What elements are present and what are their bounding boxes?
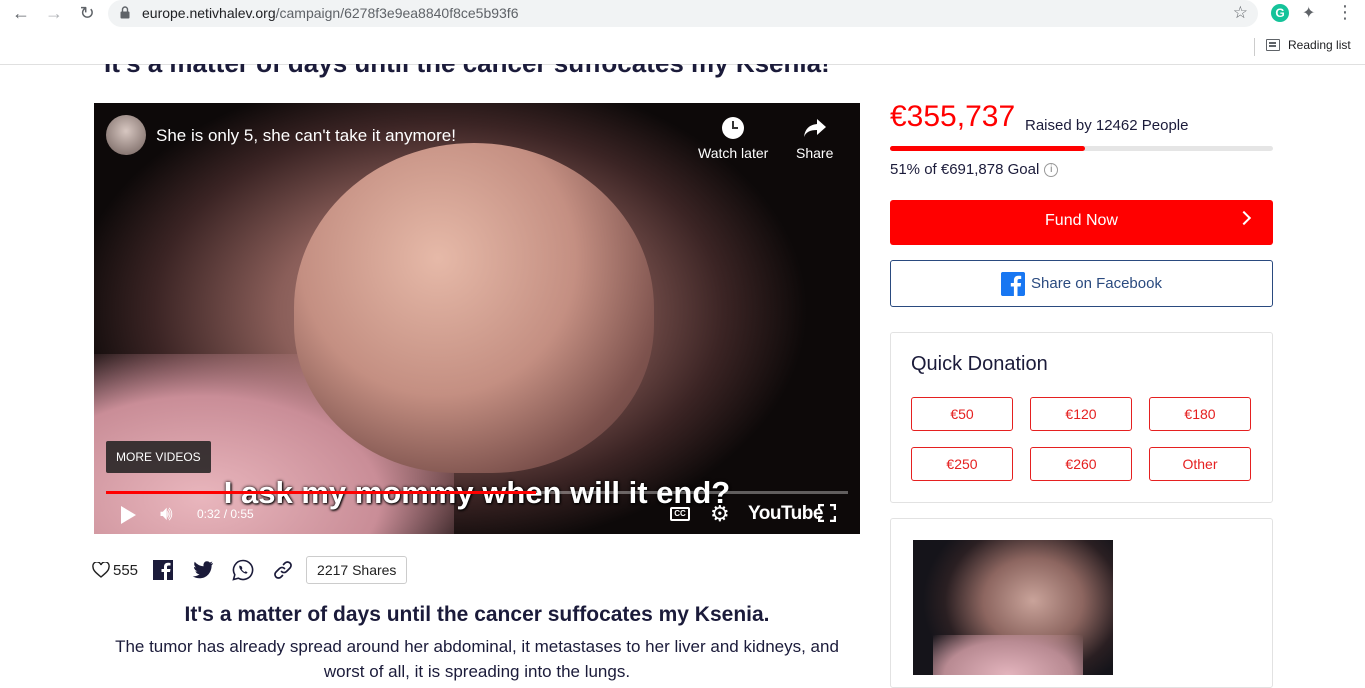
goal-progress-bar (890, 146, 1273, 151)
clock-icon (722, 117, 745, 139)
social-bar: 555 2217 Shares (92, 556, 408, 584)
shares-count-badge: 2217 Shares (306, 556, 408, 584)
watch-later-label: Watch later (698, 145, 769, 161)
raised-by-people: Raised by 12462 People (1025, 117, 1189, 134)
video-progress-fill (106, 491, 537, 494)
video-title[interactable]: She is only 5, she can't take it anymore… (156, 126, 456, 146)
reading-list-label: Reading list (1288, 38, 1351, 52)
goal-progress-fill (890, 146, 1086, 151)
info-icon[interactable]: i (1044, 162, 1059, 177)
twitter-share-icon[interactable] (192, 559, 214, 581)
share-video-button[interactable]: Share (796, 115, 833, 161)
more-videos-button[interactable]: MORE VIDEOS (106, 441, 211, 473)
youtube-logo[interactable]: YouTube (748, 503, 823, 525)
back-arrow-icon[interactable]: ← (10, 2, 32, 24)
reading-list-button[interactable]: Reading list (1266, 38, 1351, 52)
fund-now-label: Fund Now (1045, 212, 1118, 229)
donation-option-120[interactable]: €120 (1030, 397, 1132, 431)
story-text: The tumor has already spread around her … (115, 637, 839, 681)
goal-text: 51% of €691,878 Goal (890, 161, 1040, 178)
photo-clothing (933, 635, 1083, 675)
forward-arrow-icon[interactable]: → (43, 2, 65, 24)
url-path: /campaign/6278f3e9ea8840f8ce5b93f6 (275, 5, 519, 21)
facebook-share-icon[interactable] (152, 559, 174, 581)
quick-donation-title: Quick Donation (911, 353, 1048, 375)
like-count: 555 (113, 561, 139, 579)
video-time: 0:32 / 0:55 (197, 507, 254, 521)
channel-avatar[interactable] (106, 115, 146, 155)
fullscreen-icon[interactable] (818, 504, 836, 522)
settings-gear-icon[interactable]: ⚙ (710, 501, 730, 527)
video-progress-bar[interactable] (106, 491, 848, 494)
reload-icon[interactable]: ↻ (76, 2, 98, 24)
menu-kebab-icon[interactable]: ⋮ (1336, 2, 1354, 23)
donation-option-250[interactable]: €250 (911, 447, 1013, 481)
url-host: europe.netivhalev.org (142, 5, 276, 21)
fund-now-button[interactable]: Fund Now (890, 200, 1273, 245)
like-button[interactable]: 555 (92, 562, 138, 579)
goal-status: 51% of €691,878 Goal i (890, 161, 1059, 178)
captions-icon[interactable]: CC (670, 507, 690, 521)
facebook-icon (1001, 271, 1026, 296)
bookmark-star-icon[interactable]: ☆ (1233, 3, 1248, 23)
share-on-facebook-label: Share on Facebook (1031, 275, 1162, 292)
donation-option-other[interactable]: Other (1149, 447, 1251, 481)
extensions-puzzle-icon[interactable]: ✦ (1302, 3, 1315, 23)
campaign-photo (913, 540, 1113, 675)
grammarly-extension-icon[interactable]: G (1271, 4, 1289, 22)
whatsapp-share-icon[interactable] (232, 559, 254, 581)
address-bar[interactable]: europe.netivhalev.org/campaign/6278f3e9e… (108, 0, 1258, 27)
watch-later-button[interactable]: Watch later (698, 115, 768, 161)
share-label: Share (796, 145, 834, 161)
play-icon[interactable] (121, 506, 136, 524)
donation-option-260[interactable]: €260 (1030, 447, 1132, 481)
heart-icon (92, 562, 110, 578)
url-text: europe.netivhalev.org/campaign/6278f3e9e… (142, 5, 518, 21)
donation-option-50[interactable]: €50 (911, 397, 1013, 431)
raised-amount: €355,737 (890, 100, 1016, 133)
lock-icon (120, 6, 130, 19)
quick-donation-card: Quick Donation €50 €120 €180 €250 €260 O… (890, 332, 1273, 503)
chevron-right-icon (1236, 210, 1252, 226)
video-frame-child (294, 143, 654, 473)
toolbar-divider (1254, 38, 1255, 56)
volume-icon[interactable]: 🔊︎ (160, 503, 173, 526)
share-on-facebook-button[interactable]: Share on Facebook (890, 260, 1273, 307)
video-player[interactable]: She is only 5, she can't take it anymore… (94, 103, 860, 534)
share-arrow-icon (803, 119, 826, 137)
copy-link-icon[interactable] (272, 559, 294, 581)
story-title: It's a matter of days until the cancer s… (184, 603, 770, 626)
browser-toolbar: ← → ↻ europe.netivhalev.org/campaign/627… (0, 0, 1365, 65)
campaign-photo-card (890, 518, 1273, 688)
donation-option-180[interactable]: €180 (1149, 397, 1251, 431)
reading-list-icon (1266, 39, 1280, 51)
